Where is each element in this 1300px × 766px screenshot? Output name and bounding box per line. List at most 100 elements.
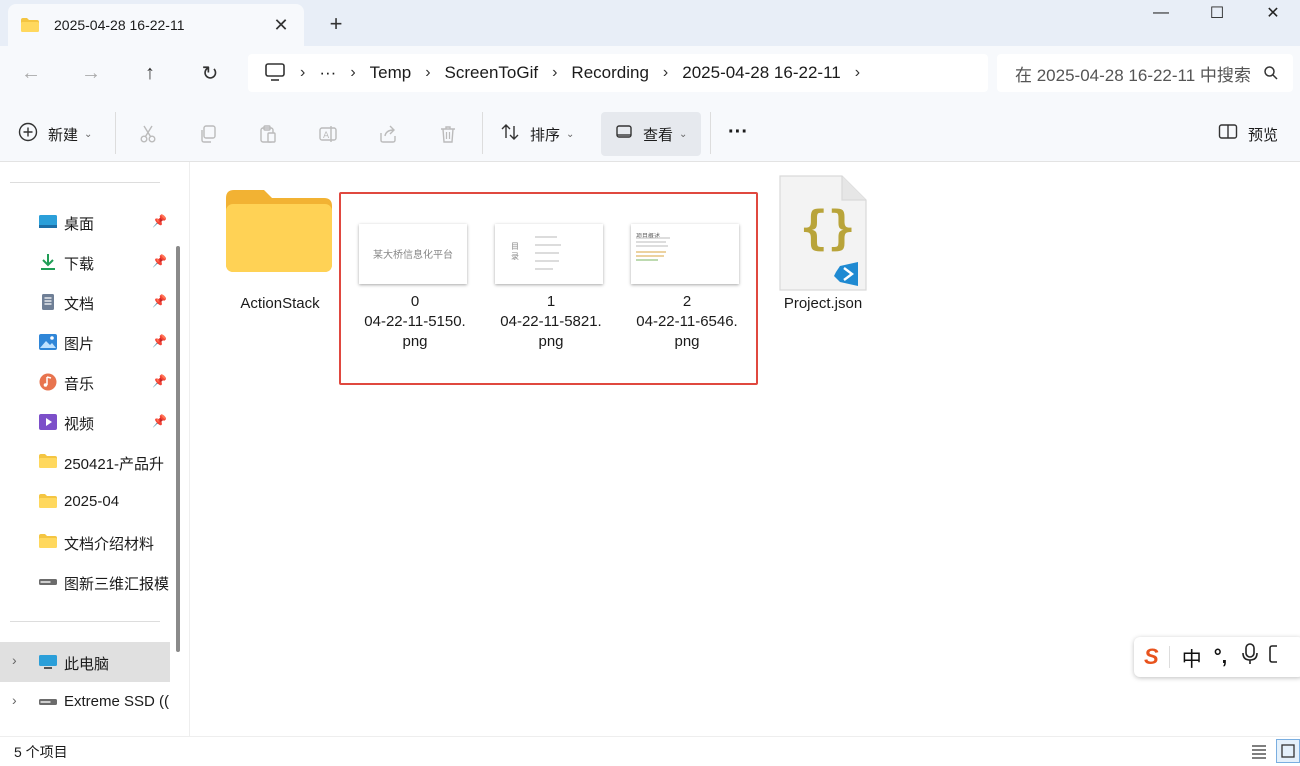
ime-mode[interactable]: 中: [1182, 643, 1202, 672]
item-count: 5 个项目: [14, 744, 68, 760]
sidebar-item-drive[interactable]: 图新三维汇报模: [0, 562, 170, 602]
tab-strip: 2025-04-28 16-22-11 ✕ + — ☐ ✕: [0, 0, 1300, 46]
view-button-content: 查看 ⌄: [615, 116, 687, 152]
folder-icon: [38, 533, 58, 551]
chevron-down-icon: ⌄: [566, 128, 575, 140]
video-icon: [38, 413, 58, 431]
pin-icon[interactable]: 📌: [152, 414, 167, 428]
address-bar[interactable]: › ··· › Temp › ScreenToGif › Recording ›…: [248, 54, 988, 92]
chevron-right-icon[interactable]: ›: [12, 652, 17, 668]
tab-current-folder[interactable]: 2025-04-28 16-22-11 ✕: [8, 4, 304, 46]
sidebar-item-documents[interactable]: 文档 📌: [0, 282, 170, 322]
minimize-button[interactable]: —: [1133, 0, 1189, 26]
view-button[interactable]: 查看 ⌄: [601, 112, 701, 156]
paste-icon[interactable]: [256, 122, 280, 146]
drive-icon: [38, 573, 58, 591]
share-icon[interactable]: [376, 122, 400, 146]
new-tab-button[interactable]: +: [322, 10, 350, 38]
sidebar-item-this-pc[interactable]: › 此电脑: [0, 642, 170, 682]
sort-icon: [500, 122, 520, 146]
computer-icon[interactable]: [264, 62, 286, 85]
sidebar-item-label: 图片: [64, 336, 95, 353]
cut-icon[interactable]: [136, 122, 160, 146]
sidebar-item-videos[interactable]: 视频 📌: [0, 402, 170, 442]
up-button[interactable]: ↑: [132, 58, 168, 88]
chevron-right-icon[interactable]: ›: [411, 64, 444, 82]
breadcrumb-screentogif[interactable]: ScreenToGif: [445, 63, 539, 83]
folder-icon: [38, 453, 58, 471]
desktop-icon: [38, 213, 58, 231]
chevron-right-icon[interactable]: ›: [286, 64, 319, 82]
pictures-icon: [38, 333, 58, 351]
sidebar-item-downloads[interactable]: 下载 📌: [0, 242, 170, 282]
folder-icon: [226, 188, 332, 278]
ime-logo[interactable]: S: [1144, 644, 1159, 670]
delete-icon[interactable]: [436, 122, 460, 146]
rename-icon[interactable]: A: [316, 122, 340, 146]
search-icon[interactable]: [1263, 65, 1279, 86]
ime-toolbar: S 中 °,: [1134, 637, 1300, 677]
sidebar-item-pictures[interactable]: 图片 📌: [0, 322, 170, 362]
ime-punctuation[interactable]: °,: [1214, 646, 1228, 669]
toolbar-divider: [115, 112, 116, 154]
sidebar-item-folder[interactable]: 2025-04: [0, 482, 170, 522]
tab-title: 2025-04-28 16-22-11: [54, 17, 185, 33]
breadcrumb-more[interactable]: ···: [319, 63, 336, 83]
view-button-label: 查看: [643, 126, 674, 144]
ime-more-icon[interactable]: [1269, 643, 1282, 671]
sidebar-scrollbar[interactable]: [176, 246, 180, 652]
sidebar-item-desktop[interactable]: 桌面 📌: [0, 202, 170, 242]
preview-pane-button[interactable]: 预览: [1218, 116, 1278, 152]
pin-icon[interactable]: 📌: [152, 254, 167, 268]
status-bar: 5 个项目: [0, 736, 1300, 766]
chevron-right-icon[interactable]: ›: [841, 64, 874, 82]
search-input[interactable]: 在 2025-04-28 16-22-11 中搜索: [997, 54, 1293, 92]
pin-icon[interactable]: 📌: [152, 374, 167, 388]
sidebar-item-label: 文档介绍材料: [64, 536, 155, 553]
sidebar-item-folder[interactable]: 250421-产品升: [0, 442, 170, 482]
folder-item[interactable]: ActionStack: [222, 184, 338, 314]
breadcrumb-current[interactable]: 2025-04-28 16-22-11: [682, 63, 840, 83]
chevron-right-icon[interactable]: ›: [538, 64, 571, 82]
json-file-icon: {}: [778, 174, 868, 298]
more-options-button[interactable]: ···: [728, 114, 748, 150]
pin-icon[interactable]: 📌: [152, 214, 167, 228]
sort-button-label: 排序: [530, 126, 561, 144]
sidebar-item-label: 文档: [64, 296, 95, 313]
folder-icon: [20, 17, 40, 33]
breadcrumb-temp[interactable]: Temp: [370, 63, 412, 83]
address-row: ← → ↑ ↻ › ··· › Temp › ScreenToGif › Rec…: [0, 46, 1300, 104]
chevron-right-icon[interactable]: ›: [336, 64, 369, 82]
toolbar-divider: [710, 112, 711, 154]
sidebar-item-label: 视频: [64, 416, 95, 433]
sort-button[interactable]: 排序 ⌄: [500, 116, 574, 152]
json-file-item[interactable]: {} Project.json: [770, 174, 876, 314]
forward-button[interactable]: →: [73, 58, 109, 88]
file-name: ActionStack: [240, 295, 320, 312]
maximize-button[interactable]: ☐: [1189, 0, 1245, 26]
view-icon: [615, 123, 633, 145]
close-window-button[interactable]: ✕: [1245, 0, 1300, 26]
chevron-right-icon[interactable]: ›: [12, 692, 17, 708]
back-button[interactable]: ←: [13, 58, 49, 88]
mic-icon[interactable]: [1241, 643, 1259, 671]
refresh-button[interactable]: ↻: [192, 58, 228, 88]
pin-icon[interactable]: 📌: [152, 294, 167, 308]
preview-pane-icon: [1218, 123, 1238, 145]
sidebar-item-music[interactable]: 音乐 📌: [0, 362, 170, 402]
pin-icon[interactable]: 📌: [152, 334, 167, 348]
tab-close-icon[interactable]: ✕: [266, 15, 296, 36]
details-view-icon[interactable]: [1250, 742, 1268, 763]
sidebar-item-external-drive[interactable]: › Extreme SSD ((: [0, 682, 170, 722]
copy-icon[interactable]: [196, 122, 220, 146]
chevron-right-icon[interactable]: ›: [649, 64, 682, 82]
sidebar-item-label: 2025-04: [64, 493, 120, 510]
new-button[interactable]: 新建 ⌄: [18, 116, 92, 152]
sidebar-item-label: 250421-产品升: [64, 456, 165, 473]
sidebar-item-label: 图新三维汇报模: [64, 576, 170, 593]
sidebar-item-folder[interactable]: 文档介绍材料: [0, 522, 170, 562]
preview-pane-label: 预览: [1248, 126, 1279, 144]
breadcrumb-recording[interactable]: Recording: [571, 63, 649, 83]
large-icons-view-icon[interactable]: [1276, 739, 1300, 763]
chevron-down-icon: ⌄: [84, 128, 93, 140]
